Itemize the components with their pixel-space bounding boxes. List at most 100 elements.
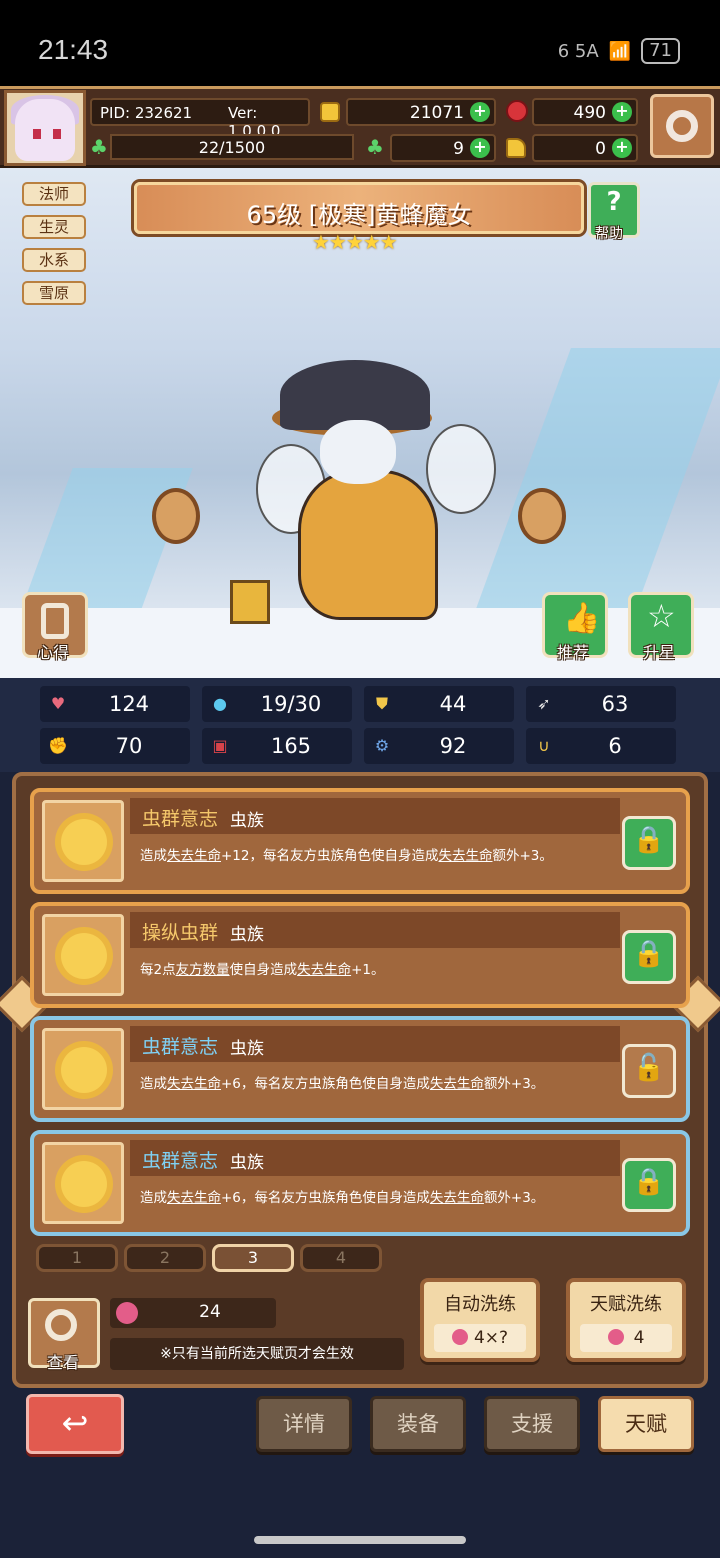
talent-card[interactable]: 虫群意志 虫族 造成失去生命+12，每名友方虫族角色使自身造成失去生命额外+3。 🔒 [30,788,690,894]
page-note: ※只有当前所选天赋页才会生效 [110,1338,404,1370]
page-tab-3[interactable]: 3 [212,1244,294,1272]
bug-emblem-icon [61,819,107,865]
talent-header: 操纵虫群 虫族 [130,912,620,948]
gem-value: 490 [573,103,606,123]
avatar-eye [33,129,41,139]
talent-desc-part: 每2点 [140,962,176,978]
xp-clover-icon: ♣ [90,135,108,159]
talent-refine-cost: 4 [580,1324,672,1352]
wifi-icon: 📶 [608,40,632,62]
stat-item: ✊ 70 [40,728,190,764]
ice-crystal [469,348,720,628]
star-icon: ☆ [647,597,676,635]
clover-icon: ♣ [366,135,384,159]
talent-desc-part: 失去生命 [438,848,493,864]
tag-class: 法师 [22,182,86,206]
stat-item: ∪ 6 [526,728,676,764]
settings-button[interactable] [650,94,714,158]
network-indicator: 6 5A [557,40,599,62]
clock: 21:43 [38,34,109,65]
talent-description: 每2点友方数量使自身造成失去生命+1。 [140,958,620,978]
right-medal-icon[interactable] [518,488,566,544]
auto-refine-button[interactable]: 自动洗练 4×? [420,1278,540,1362]
auto-refine-cost-value: 4×? [473,1328,509,1348]
talent-desc-part: 失去生命 [167,1190,221,1206]
view-label: 查看 [47,1353,80,1372]
hero-head [320,420,396,484]
thumbs-up-icon: 👍 [563,601,601,636]
lock-button[interactable]: 🔒 [622,816,676,870]
stat-value: 92 [439,734,467,758]
ruby-gem-icon [506,100,528,122]
talent-card[interactable]: 虫群意志 虫族 造成失去生命+6，每名友方虫族角色使自身造成失去生命额外+3。 🔓 [30,1016,690,1122]
talent-icon [42,800,124,882]
avatar-eye [53,129,61,139]
gold-value: 21071 [409,103,464,123]
shield-icon: ⛊ [375,694,388,713]
unlock-button[interactable]: 🔓 [622,1044,676,1098]
stat-value: 70 [115,734,143,758]
page-tab-2[interactable]: 2 [124,1244,206,1272]
star-up-button[interactable]: ☆ 升星 [628,592,694,662]
hero-title-banner: 65级 [极寒]黄蜂魔女 [134,182,584,234]
hero-stars: ★★★★★ [312,230,398,254]
talent-tab[interactable]: 天赋 [598,1396,694,1452]
stat-item: ➶ 63 [526,686,676,722]
talent-card[interactable]: 虫群意志 虫族 造成失去生命+6，每名友方虫族角色使自身造成失去生命额外+3。 🔒 [30,1130,690,1236]
auto-refine-label: 自动洗练 [444,1294,516,1315]
gold-coin-icon [320,102,340,122]
home-indicator[interactable] [254,1536,466,1544]
talent-desc-part: 额外+3。 [492,848,553,864]
page-tab-1[interactable]: 1 [36,1244,118,1272]
talent-refine-cost-value: 4 [633,1328,645,1348]
tag-race: 生灵 [22,215,86,239]
bug-emblem-icon [61,1161,107,1207]
equipment-tab[interactable]: 装备 [370,1396,466,1452]
status-icons: 6 5A 📶 71 [558,38,680,64]
tag-element: 水系 [22,248,86,272]
add-clover-plus-icon[interactable]: + [470,138,490,158]
stat-value: 6 [608,734,622,758]
gold-key-icon [506,138,526,158]
talent-desc-part: 额外+3。 [483,1076,545,1092]
page-tab-4[interactable]: 4 [300,1244,382,1272]
notes-button[interactable]: 心得 [22,592,88,662]
add-gold-plus-icon[interactable]: + [470,102,490,122]
back-button[interactable]: ↩ [26,1394,124,1454]
xp-bar: 22/1500 [110,134,354,160]
talent-refine-button[interactable]: 天赋洗练 4 [566,1278,686,1362]
details-tab[interactable]: 详情 [256,1396,352,1452]
stat-value: 44 [439,692,467,716]
hero-title: 65级 [极寒]黄蜂魔女 [246,201,472,229]
add-key-plus-icon[interactable]: + [612,138,632,158]
talent-header: 虫群意志 虫族 [130,1140,620,1176]
bug-emblem-icon [61,933,107,979]
gem-panel: 490 + [532,98,638,126]
talent-icon [42,914,124,996]
lock-icon: 🔒 [632,939,666,969]
talent-card[interactable]: 操纵虫群 虫族每2点友方数量使自身造成失去生命+1。 🔒 [30,902,690,1008]
talent-desc-part: +6，每名友方虫族角色使自身造成 [221,1190,430,1206]
recommend-button[interactable]: 👍 推荐 [542,592,608,662]
right-wing [426,424,496,514]
gear-icon [666,110,698,142]
talent-desc-part: +1。 [351,962,385,978]
scroll-icon [41,603,69,639]
add-gem-plus-icon[interactable]: + [612,102,632,122]
fruit-icon [607,1329,624,1345]
talent-icon [42,1142,124,1224]
support-tab[interactable]: 支援 [484,1396,580,1452]
talent-name: 虫群意志 [142,808,219,830]
lantern-icon [230,580,270,624]
view-button[interactable]: 查看 [28,1298,100,1372]
left-medal-icon[interactable] [152,488,200,544]
help-button[interactable]: ? 帮助 [588,182,640,242]
lock-button[interactable]: 🔒 [622,930,676,984]
fist-icon: ✊ [48,736,68,755]
fruit-icon [116,1302,138,1324]
player-avatar[interactable] [4,90,86,166]
stat-item: ▣ 165 [202,728,352,764]
id-version-panel: PID: 232621 Ver: 1.0.0.0 [90,98,310,140]
lock-button[interactable]: 🔒 [622,1158,676,1212]
bug-emblem-icon [61,1047,107,1093]
